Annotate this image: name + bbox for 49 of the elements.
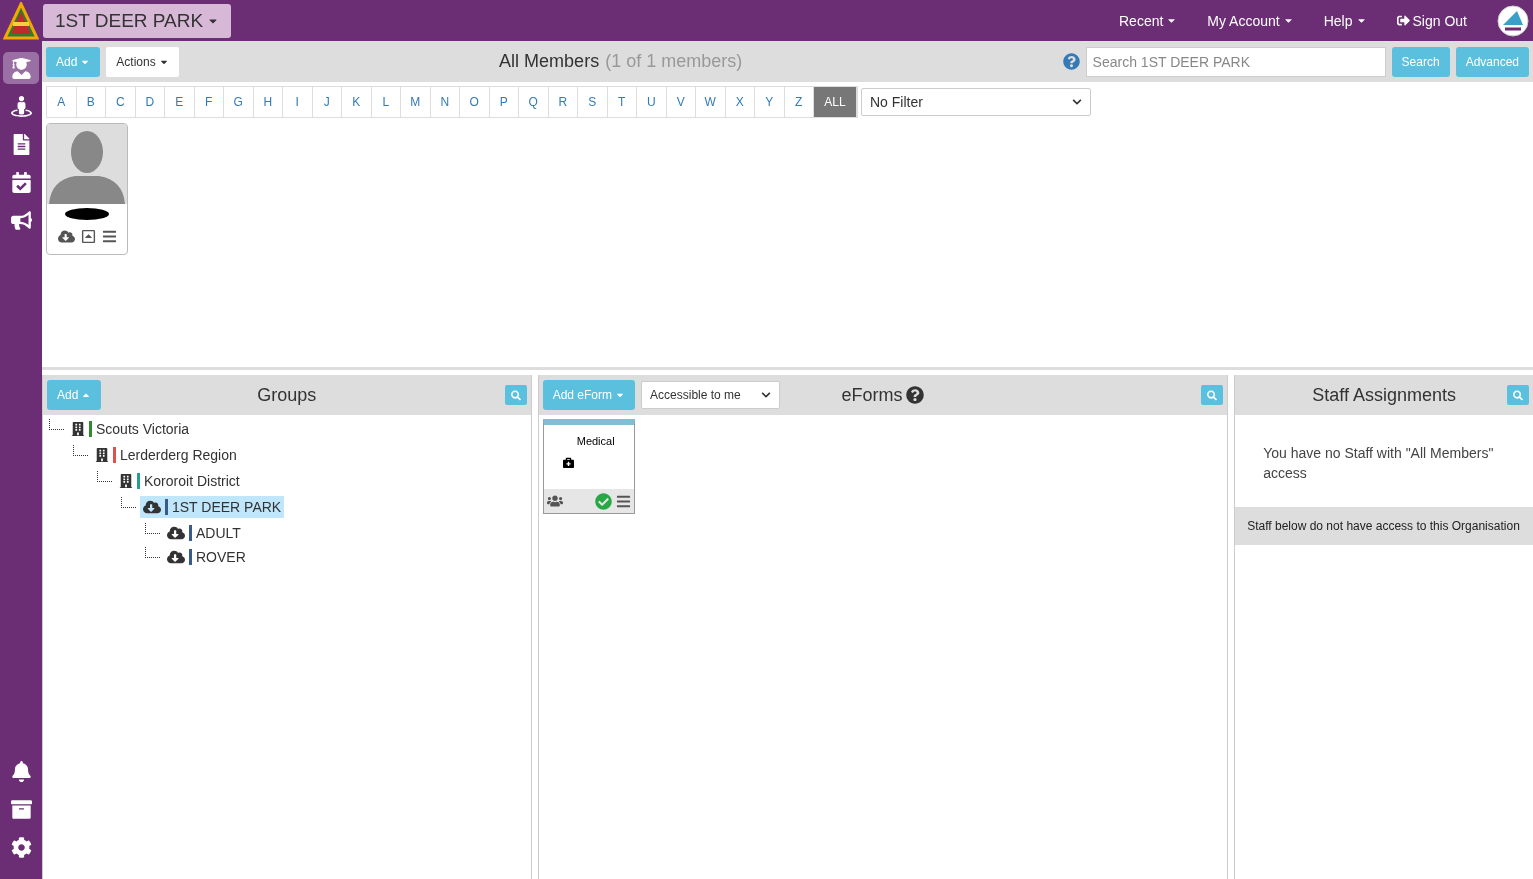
members-count: (1 of 1 members) [605, 51, 743, 72]
actions-button[interactable]: Actions [106, 46, 179, 77]
logo-icon[interactable] [3, 2, 39, 40]
panel-title: Groups [257, 384, 317, 406]
medical-kit-icon [562, 456, 574, 468]
filter-select[interactable]: No Filter [861, 88, 1091, 116]
tree-item[interactable]: Lerderderg Region [92, 445, 240, 465]
tree-item[interactable]: 1ST DEER PARK [140, 496, 285, 518]
panel-title: Staff Assignments [1312, 384, 1456, 406]
members-title: All Members [499, 51, 600, 72]
cloud-download-icon[interactable] [57, 228, 75, 245]
search-icon [510, 389, 521, 401]
help-icon[interactable] [906, 386, 925, 404]
cloud-download-icon [167, 548, 185, 566]
tree-item[interactable]: ROVER [164, 546, 249, 568]
tree-item[interactable]: ADULT [164, 522, 244, 544]
menu-link[interactable]: My Account [1207, 12, 1294, 29]
letter-tab[interactable]: ALL [814, 87, 857, 117]
search-icon [1513, 389, 1523, 401]
sign-out-link[interactable]: Sign Out [1396, 12, 1467, 29]
users-icon[interactable] [546, 493, 563, 509]
tree-item[interactable]: Scouts Victoria [68, 419, 193, 439]
empty-message: You have no Staff with "All Members" access [1262, 444, 1495, 483]
building-icon [95, 448, 109, 462]
menu-link[interactable]: Recent [1119, 12, 1178, 29]
panel-title: eForms [841, 384, 903, 406]
menu-icon[interactable] [101, 229, 117, 244]
tree-item[interactable]: Kororoit District [116, 471, 243, 491]
cloud-download-icon [167, 524, 185, 542]
search-field[interactable]: Search 1ST DEER PARK [1085, 46, 1386, 77]
menu-link[interactable]: Help [1323, 12, 1367, 29]
eform-name: Medical [576, 435, 615, 449]
redaction-mark [65, 208, 109, 220]
person-silhouette-icon [47, 124, 127, 204]
notice-bar: Staff below do not have access to this Organisation [1235, 507, 1533, 545]
sign-out-icon [1396, 14, 1410, 27]
user-avatar-icon[interactable] [1497, 4, 1529, 37]
organisation-dropdown[interactable]: 1ST DEER PARK [43, 3, 232, 38]
cloud-download-icon [143, 498, 161, 516]
menu-icon[interactable] [615, 493, 631, 509]
graduate-icon[interactable] [3, 52, 39, 84]
eform-card[interactable]: Medical [542, 419, 635, 514]
building-icon [119, 474, 133, 488]
search-icon [1207, 389, 1218, 401]
building-icon [71, 422, 85, 436]
chevron-down-icon [1072, 97, 1082, 107]
chevron-down-icon [761, 390, 772, 400]
eform-filter-select[interactable]: Accessible to me [641, 381, 781, 409]
member-card[interactable] [46, 123, 128, 255]
